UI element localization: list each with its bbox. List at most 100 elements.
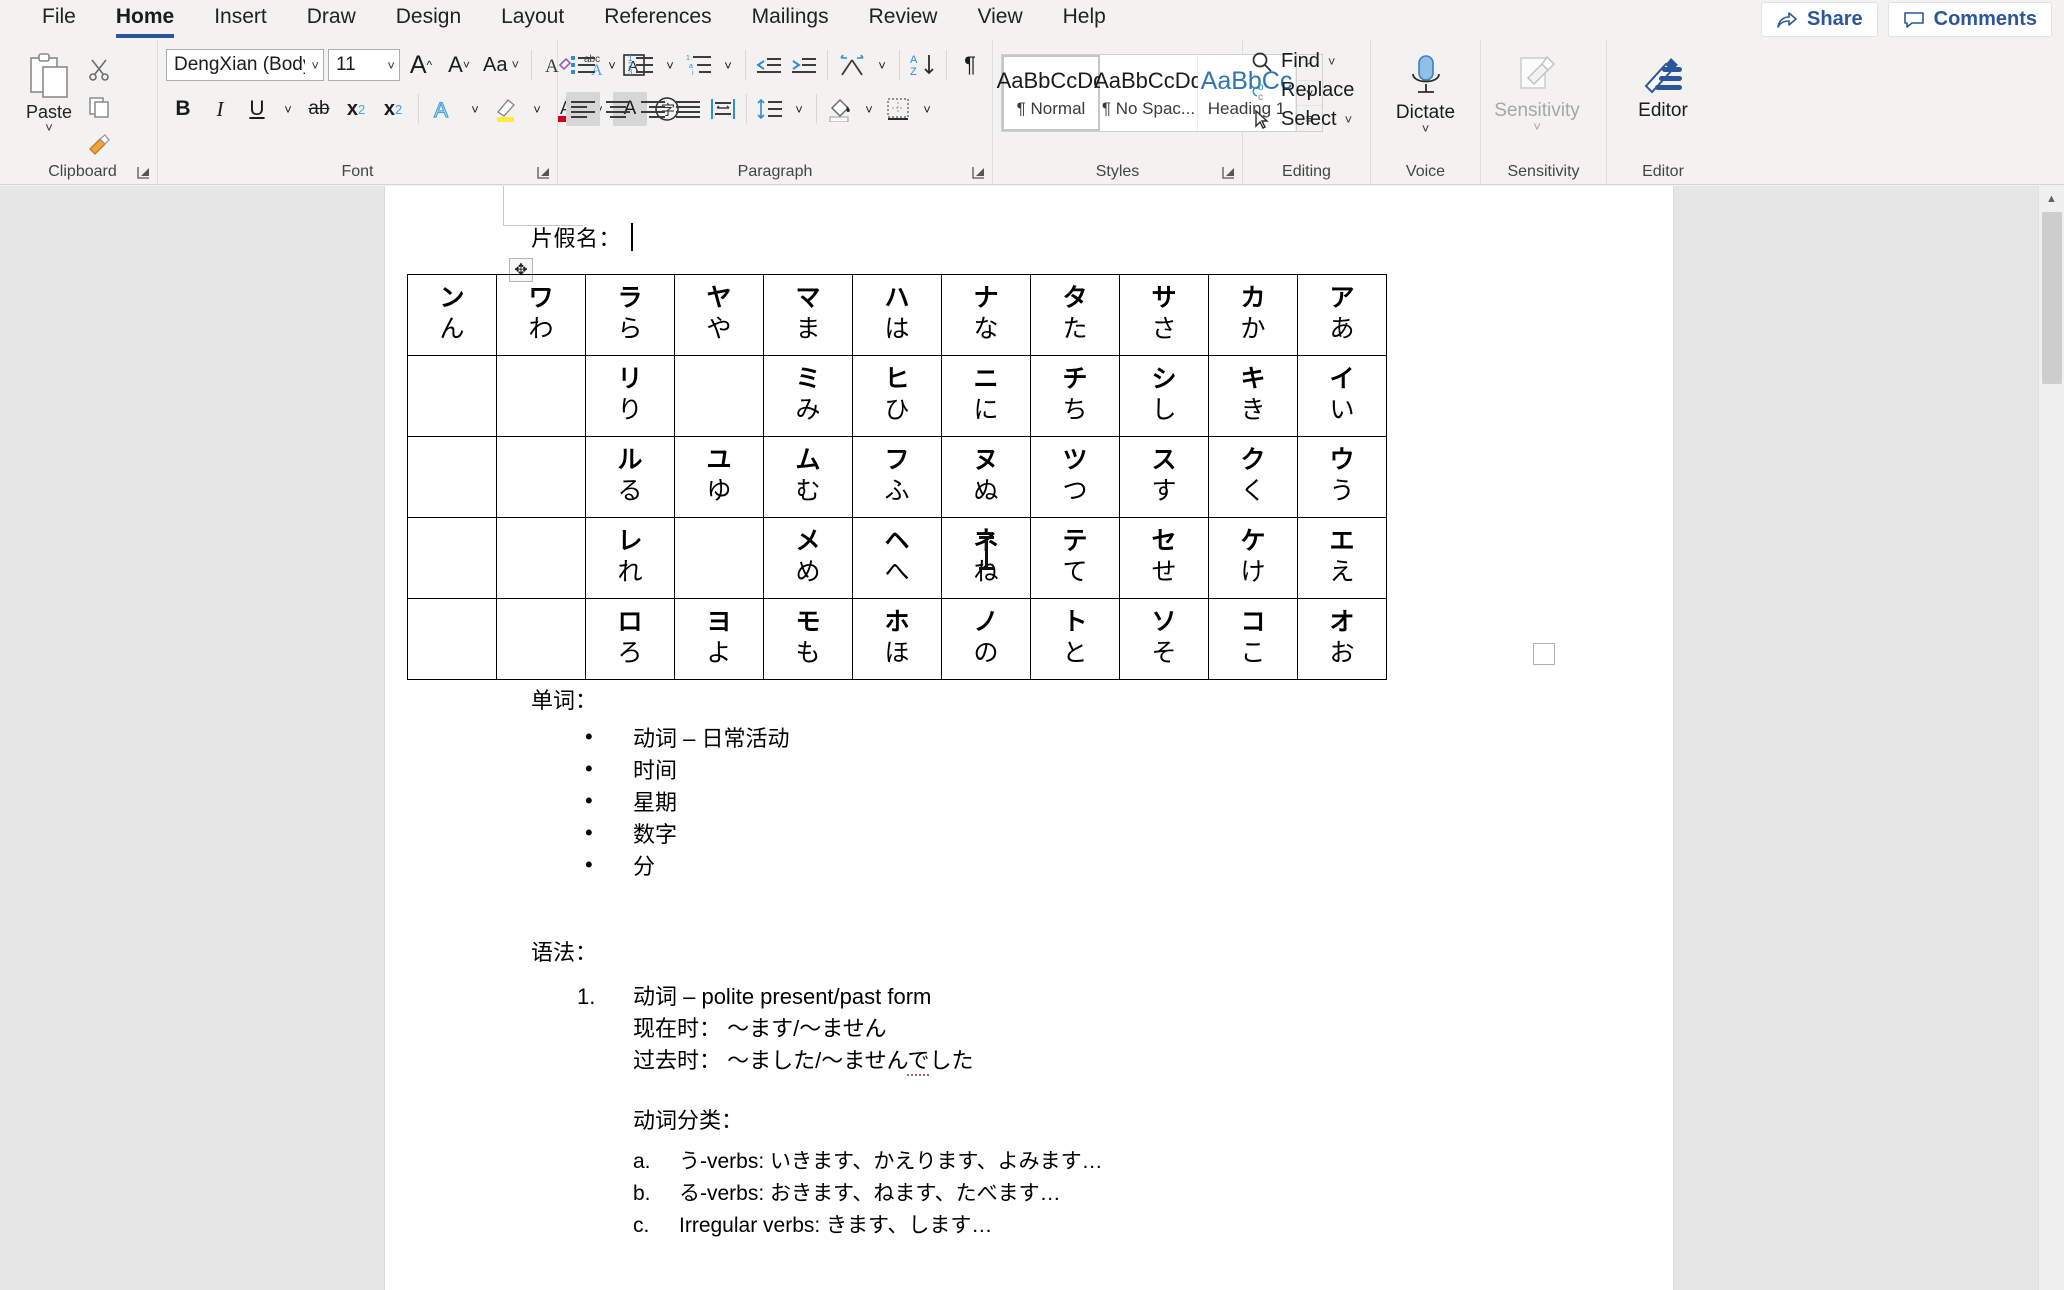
table-cell[interactable]: エえ [1297,517,1387,599]
font-size-combobox[interactable]: 11 ˅ [328,49,400,81]
font-dialog-launcher[interactable] [535,164,553,182]
change-case-button[interactable]: Aa ˅ [480,48,522,82]
table-cell[interactable]: タた [1030,274,1120,356]
tab-help[interactable]: Help [1043,1,1126,39]
table-cell[interactable]: セせ [1119,517,1209,599]
table-resize-handle[interactable] [1533,643,1555,665]
table-cell[interactable]: メめ [763,517,853,599]
table-cell[interactable]: ムむ [763,436,853,518]
table-cell[interactable]: ニに [941,355,1031,437]
share-button[interactable]: Share [1761,2,1878,37]
style-card-normal[interactable]: AaBbCcDd ¶ Normal [997,55,1105,131]
shading-chevron-down-icon[interactable]: ˅ [858,92,880,126]
tab-mailings[interactable]: Mailings [732,1,849,39]
bold-button[interactable]: B [166,92,200,126]
table-cell[interactable]: ホほ [852,598,942,680]
table-cell[interactable]: サさ [1119,274,1209,356]
decrease-indent-button[interactable] [752,48,786,82]
replace-button[interactable]: b c Replace [1251,79,1354,102]
table-cell[interactable] [674,355,764,437]
select-chevron-down-icon[interactable]: ˅ [1345,113,1353,126]
underline-chevron-down-icon[interactable]: ˅ [277,92,299,126]
table-cell[interactable]: フふ [852,436,942,518]
table-cell[interactable]: ケけ [1208,517,1298,599]
select-button[interactable]: Select ˅ [1251,108,1354,131]
subscript-button[interactable]: x2 [339,92,373,126]
paste-button[interactable]: Paste ˅ [16,48,82,134]
align-right-button[interactable] [636,92,670,126]
tab-design[interactable]: Design [376,1,481,39]
distributed-align-button[interactable] [706,92,740,126]
table-cell[interactable]: ヌぬ [941,436,1031,518]
scroll-up-button[interactable]: ▲ [2039,186,2064,212]
tab-insert[interactable]: Insert [194,1,287,39]
table-cell[interactable] [407,598,497,680]
comments-button[interactable]: Comments [1887,2,2052,37]
table-cell[interactable] [496,598,586,680]
table-cell[interactable]: ヘへ [852,517,942,599]
scrollbar-thumb[interactable] [2042,212,2062,384]
align-left-button[interactable] [566,92,600,126]
table-cell[interactable] [496,517,586,599]
borders-button[interactable] [881,92,915,126]
table-cell[interactable]: ワわ [496,274,586,356]
sensitivity-button[interactable]: Sensitivity ˅ [1489,48,1585,133]
table-cell[interactable]: トと [1030,598,1120,680]
table-cell[interactable] [496,355,586,437]
tab-view[interactable]: View [957,1,1042,39]
text-effects-button[interactable]: A [427,92,461,126]
table-cell[interactable] [407,355,497,437]
tab-references[interactable]: References [584,1,731,39]
underline-button[interactable]: U [240,92,274,126]
table-cell[interactable]: ノの [941,598,1031,680]
table-cell[interactable]: スす [1119,436,1209,518]
tab-review[interactable]: Review [849,1,958,39]
multilevel-chevron-down-icon[interactable]: ˅ [717,48,739,82]
justify-button[interactable] [671,92,705,126]
shading-button[interactable] [823,92,857,126]
styles-dialog-launcher[interactable] [1220,164,1238,182]
italic-button[interactable]: I [203,92,237,126]
align-center-button[interactable] [601,92,635,126]
document-page[interactable]: 片假名： ✥ ンん ワわ ラら ヤや マま ハは ナな タた サさ カか アあ [385,186,1673,1290]
table-cell[interactable]: ルる [585,436,675,518]
format-painter-button[interactable] [82,128,116,162]
table-cell[interactable] [407,517,497,599]
table-cell[interactable]: ユゆ [674,436,764,518]
table-cell[interactable]: ウう [1297,436,1387,518]
find-button[interactable]: Find ˅ [1251,50,1354,73]
table-cell[interactable]: ミみ [763,355,853,437]
table-cell[interactable]: キき [1208,355,1298,437]
table-cell[interactable] [407,436,497,518]
show-formatting-marks-button[interactable]: ¶ [953,48,987,82]
dictate-chevron-down-icon[interactable]: ˅ [1422,122,1430,135]
table-cell[interactable]: ンん [407,274,497,356]
tab-file[interactable]: File [22,1,96,39]
table-cell[interactable] [496,436,586,518]
bullets-button[interactable] [566,48,600,82]
table-cell[interactable]: リり [585,355,675,437]
table-cell[interactable]: ヨよ [674,598,764,680]
find-chevron-down-icon[interactable]: ˅ [1328,55,1336,68]
table-cell[interactable]: モも [763,598,853,680]
tab-home[interactable]: Home [96,1,194,39]
table-cell[interactable]: ラら [585,274,675,356]
tab-draw[interactable]: Draw [287,1,376,39]
grow-font-button[interactable]: A ^ [404,48,438,82]
table-cell[interactable]: カか [1208,274,1298,356]
shrink-font-button[interactable]: A ˅ [442,48,476,82]
borders-chevron-down-icon[interactable]: ˅ [916,92,938,126]
table-cell[interactable]: ナな [941,274,1031,356]
line-spacing-chevron-down-icon[interactable]: ˅ [788,92,810,126]
text-highlight-button[interactable] [489,92,523,126]
highlight-chevron-down-icon[interactable]: ˅ [526,92,548,126]
clipboard-dialog-launcher[interactable] [135,164,153,182]
phonetic-align-button[interactable] [834,48,870,82]
kana-table[interactable]: ンん ワわ ラら ヤや マま ハは ナな タた サさ カか アあ リり ミ み … [407,274,1387,680]
style-card-no-spacing[interactable]: AaBbCcDd ¶ No Spac... [1094,55,1203,131]
table-cell[interactable]: シし [1119,355,1209,437]
table-cell[interactable]: イい [1297,355,1387,437]
numbering-chevron-down-icon[interactable]: ˅ [659,48,681,82]
vertical-scrollbar[interactable]: ▲ [2038,186,2064,1290]
copy-button[interactable] [82,90,116,124]
